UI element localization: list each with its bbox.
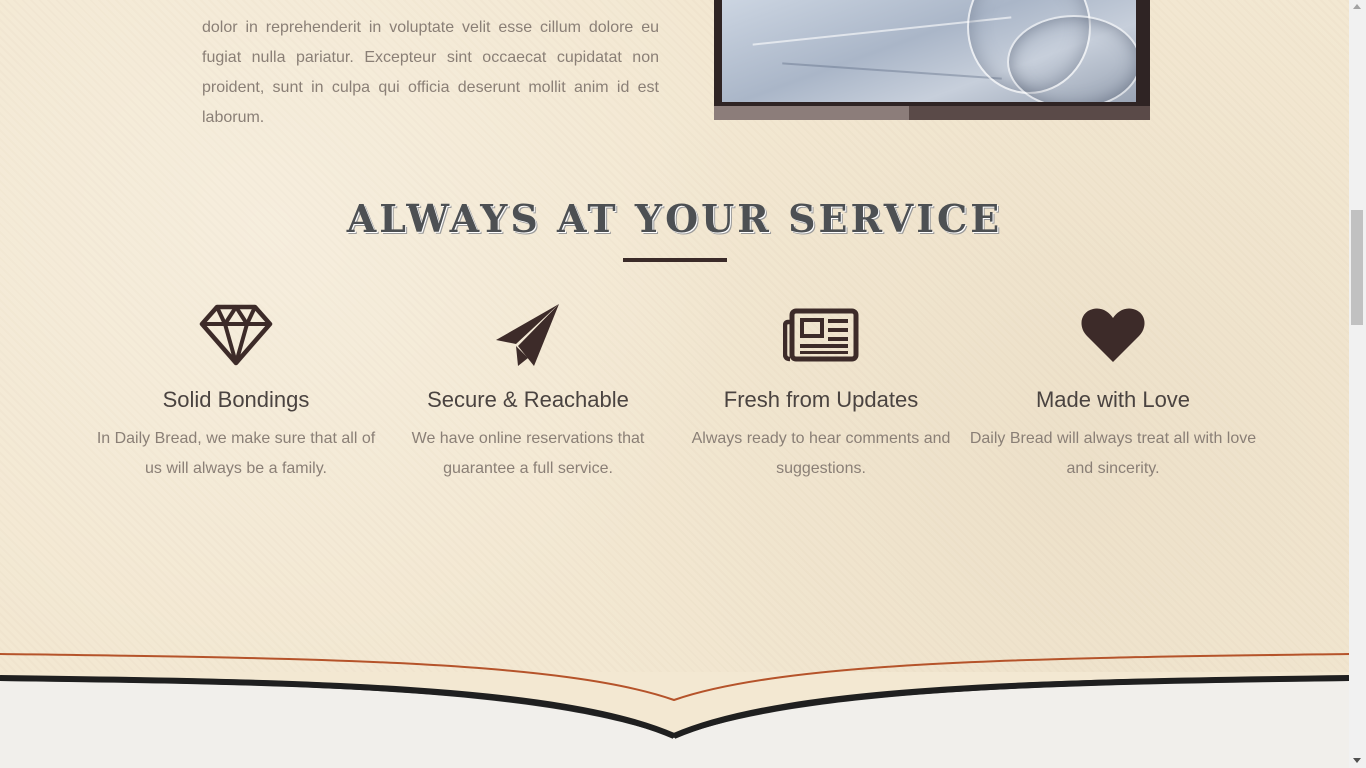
- newspaper-icon: [675, 300, 967, 370]
- decorative-book-edge: [0, 653, 1349, 768]
- vertical-scrollbar[interactable]: [1349, 0, 1366, 768]
- scroll-thumb[interactable]: [1351, 210, 1363, 325]
- heart-icon: [967, 300, 1259, 370]
- feature-title: Solid Bondings: [162, 387, 310, 412]
- restaurant-photo-frame: [714, 0, 1150, 120]
- services-title: ALWAYS AT YOUR SERVICE: [346, 196, 1003, 241]
- scroll-down-icon[interactable]: [1353, 758, 1361, 763]
- feature-solid-bondings: Solid Bondings In Daily Bread, we make s…: [90, 300, 382, 484]
- feature-text: Always ready to hear comments and sugges…: [691, 430, 951, 477]
- feature-text: In Daily Bread, we make sure that all of…: [96, 430, 376, 477]
- diamond-icon: [90, 300, 382, 370]
- table-setting-photo: [722, 0, 1136, 102]
- page: dolor in reprehenderit in voluptate veli…: [0, 0, 1349, 768]
- feature-text: We have online reservations that guarant…: [411, 430, 645, 477]
- feature-title: Fresh from Updates: [723, 387, 919, 412]
- feature-title: Made with Love: [1035, 387, 1191, 412]
- feature-made-with-love: Made with Love Daily Bread will always t…: [967, 300, 1259, 484]
- paper-plane-icon: [382, 300, 674, 370]
- title-underline: [623, 258, 727, 262]
- feature-title: Secure & Reachable: [427, 387, 629, 412]
- feature-fresh-updates: Fresh from Updates Always ready to hear …: [675, 300, 967, 484]
- feature-text: Daily Bread will always treat all with l…: [969, 430, 1257, 477]
- about-paragraph: dolor in reprehenderit in voluptate veli…: [202, 19, 659, 126]
- feature-secure-reachable: Secure & Reachable We have online reserv…: [382, 300, 674, 484]
- scroll-up-icon[interactable]: [1353, 4, 1361, 9]
